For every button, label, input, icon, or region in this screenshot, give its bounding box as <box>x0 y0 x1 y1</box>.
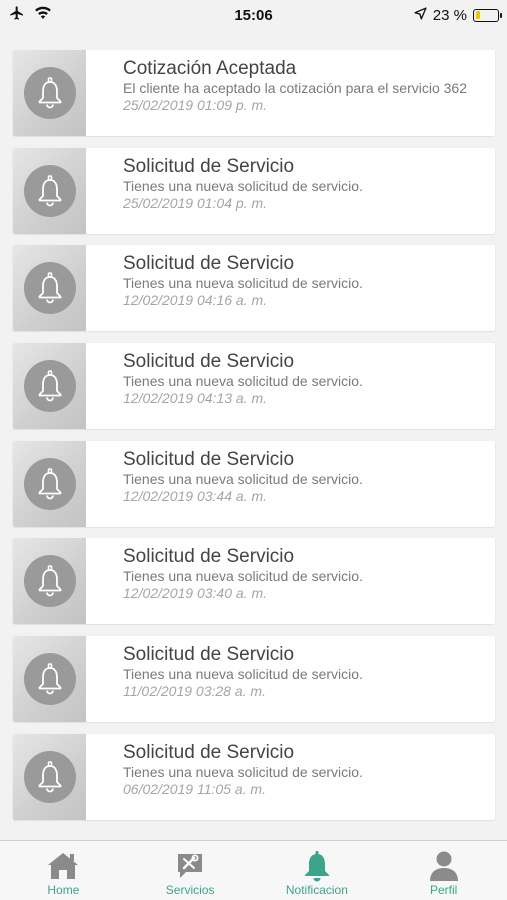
notification-date: 06/02/2019 11:05 a. m. <box>123 780 266 797</box>
notification-thumbnail <box>13 343 86 430</box>
tab-servicios-label: Servicios <box>165 883 215 897</box>
battery-icon <box>473 8 502 22</box>
tab-perfil-label: Perfil <box>429 883 458 897</box>
notification-thumbnail <box>13 733 86 820</box>
bell-icon <box>23 750 76 803</box>
notification-card[interactable]: Cotización Aceptada El cliente ha aceptad… <box>13 50 495 136</box>
notification-title: Solicitud de Servicio <box>123 644 295 666</box>
tab-home-label: Home <box>47 883 80 897</box>
location-arrow-icon <box>414 6 427 24</box>
notification-list: Cotización Aceptada El cliente ha aceptad… <box>13 50 495 832</box>
notification-thumbnail <box>13 636 86 723</box>
bell-icon <box>23 164 76 217</box>
bell-icon <box>23 555 76 608</box>
notifications-screen: 15:06 23 % Cotización Aceptada El cliente… <box>0 0 507 900</box>
notification-title: Solicitud de Servicio <box>123 546 295 568</box>
bell-icon <box>23 360 76 413</box>
notification-date: 12/02/2019 03:44 a. m. <box>123 487 267 504</box>
bell-icon <box>23 653 76 706</box>
notification-message: Tienes una nueva solicitud de servicio. <box>123 470 363 487</box>
notification-thumbnail <box>13 50 86 136</box>
notification-message: Tienes una nueva solicitud de servicio. <box>123 275 363 292</box>
notification-date: 12/02/2019 04:16 a. m. <box>123 292 267 309</box>
notification-message: Tienes una nueva solicitud de servicio. <box>123 763 363 780</box>
notification-card[interactable]: Solicitud de Servicio Tienes una nueva so… <box>13 733 495 820</box>
notification-title: Cotización Aceptada <box>123 58 297 79</box>
tab-bar: Home Servicios Notificacion Perfil <box>0 840 507 900</box>
tab-perfil[interactable]: Perfil <box>380 841 507 900</box>
tab-notificacion[interactable]: Notificacion <box>254 841 381 900</box>
notification-card[interactable]: Solicitud de Servicio Tienes una nueva so… <box>13 343 495 430</box>
notification-thumbnail <box>13 538 86 625</box>
notification-message: Tienes una nueva solicitud de servicio. <box>123 373 363 390</box>
notification-card[interactable]: Solicitud de Servicio Tienes una nueva so… <box>13 440 495 527</box>
bell-icon <box>23 457 76 510</box>
home-icon <box>46 849 80 883</box>
status-bar: 15:06 23 % <box>0 0 507 30</box>
notification-thumbnail <box>13 245 86 332</box>
notification-body: Solicitud de Servicio Tienes una nueva so… <box>86 441 495 527</box>
tab-servicios[interactable]: Servicios <box>127 841 254 900</box>
notification-card[interactable]: Solicitud de Servicio Tienes una nueva so… <box>13 245 495 332</box>
airplane-icon <box>8 5 26 25</box>
status-right: 23 % <box>414 6 502 24</box>
notification-title: Solicitud de Servicio <box>123 741 295 763</box>
status-left <box>8 5 52 25</box>
notification-title: Solicitud de Servicio <box>123 351 295 373</box>
tools-chat-icon <box>175 849 205 883</box>
battery-fill <box>475 11 481 19</box>
notification-date: 11/02/2019 03:28 a. m. <box>123 683 266 700</box>
battery-percentage: 23 % <box>432 6 467 24</box>
notification-title: Solicitud de Servicio <box>123 448 295 470</box>
notification-card[interactable]: Solicitud de Servicio Tienes una nueva so… <box>13 636 495 723</box>
notification-date: 25/02/2019 01:09 p. m. <box>123 97 267 113</box>
notification-message: Tienes una nueva solicitud de servicio. <box>123 568 363 585</box>
notification-body: Solicitud de Servicio Tienes una nueva so… <box>86 734 495 820</box>
notification-message: Tienes una nueva solicitud de servicio. <box>123 666 363 683</box>
notification-body: Solicitud de Servicio Tienes una nueva so… <box>86 636 495 722</box>
notification-title: Solicitud de Servicio <box>123 253 295 275</box>
notification-message: Tienes una nueva solicitud de servicio. <box>123 177 363 194</box>
notification-thumbnail <box>13 147 86 234</box>
notification-body: Solicitud de Servicio Tienes una nueva so… <box>86 538 495 624</box>
tab-notificacion-label: Notificacion <box>285 883 348 897</box>
notification-date: 12/02/2019 04:13 a. m. <box>123 390 267 407</box>
wifi-icon <box>34 6 52 24</box>
notification-body: Solicitud de Servicio Tienes una nueva so… <box>86 148 495 234</box>
notification-date: 25/02/2019 01:04 p. m. <box>123 194 267 211</box>
bell-icon <box>23 67 76 119</box>
notification-body: Solicitud de Servicio Tienes una nueva so… <box>86 245 495 331</box>
tab-home[interactable]: Home <box>0 841 127 900</box>
bell-icon <box>23 262 76 315</box>
notification-title: Solicitud de Servicio <box>123 155 295 177</box>
notification-message: El cliente ha aceptado la cotización par… <box>123 80 467 96</box>
user-icon <box>428 849 460 883</box>
notification-body: Solicitud de Servicio Tienes una nueva so… <box>86 343 495 429</box>
bell-icon <box>302 849 332 883</box>
notification-card[interactable]: Solicitud de Servicio Tienes una nueva so… <box>13 147 495 234</box>
notification-date: 12/02/2019 03:40 a. m. <box>123 585 267 602</box>
notification-card[interactable]: Solicitud de Servicio Tienes una nueva so… <box>13 538 495 625</box>
notification-thumbnail <box>13 440 86 527</box>
notification-body: Cotización Aceptada El cliente ha aceptad… <box>86 50 495 136</box>
